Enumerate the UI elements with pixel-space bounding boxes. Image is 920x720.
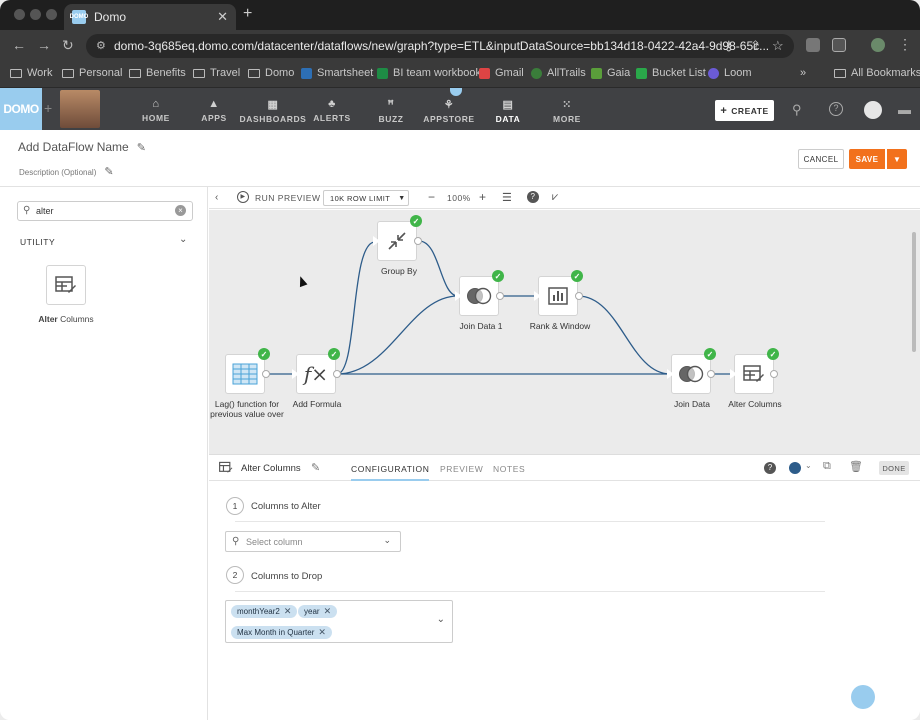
join-circles-icon: [467, 287, 492, 305]
success-check-icon: ✓: [258, 348, 270, 360]
output-port[interactable]: [707, 370, 715, 378]
divider: [235, 591, 825, 592]
select-column-dropdown[interactable]: ⚲ Select column ⌄: [225, 531, 401, 552]
browser-window: DOMO Domo ✕ + ← → ↻ ⚙ domo-3q685eq.domo.…: [0, 0, 920, 720]
success-check-icon: ✓: [704, 348, 716, 360]
input-port[interactable]: [292, 369, 299, 379]
join-circles-icon: [679, 365, 704, 383]
output-port[interactable]: [333, 370, 341, 378]
success-check-icon: ✓: [492, 270, 504, 282]
columns-to-drop-label: Columns to Drop: [251, 571, 323, 582]
edge-rank-to-join: [577, 295, 671, 375]
canvas-scrollbar[interactable]: [912, 232, 916, 352]
edit-title-icon[interactable]: ✎: [311, 461, 320, 474]
tab-configuration[interactable]: CONFIGURATION: [351, 464, 430, 481]
remove-chip-icon[interactable]: ✕: [324, 606, 332, 617]
rank-chart-icon: [548, 287, 568, 305]
config-tile-title[interactable]: Alter Columns: [241, 463, 301, 474]
step-number-1: 1: [226, 497, 244, 515]
columns-to-alter-label: Columns to Alter: [251, 501, 321, 512]
remove-chip-icon[interactable]: ✕: [284, 606, 292, 617]
output-port[interactable]: [496, 292, 504, 300]
chevron-down-icon: ⌄: [383, 535, 391, 545]
success-check-icon: ✓: [410, 215, 422, 227]
columns-to-drop-multiselect[interactable]: monthYear2 ✕ year ✕ Max Month in Quarter ✕ …: [225, 600, 453, 643]
tab-preview[interactable]: PREVIEW: [440, 464, 483, 474]
table-input-icon: [232, 363, 258, 385]
input-port[interactable]: [455, 291, 462, 301]
output-port[interactable]: [414, 237, 422, 245]
select-placeholder: Select column: [246, 536, 303, 547]
search-icon: ⚲: [232, 536, 240, 547]
chevron-down-icon[interactable]: ⌄: [437, 614, 445, 625]
success-check-icon: ✓: [571, 270, 583, 282]
color-picker-swatch[interactable]: [789, 462, 801, 474]
success-check-icon: ✓: [767, 348, 779, 360]
node-label-add-formula: Add Formula: [292, 399, 342, 409]
trash-icon[interactable]: 🗑: [849, 460, 863, 473]
tab-notes[interactable]: NOTES: [493, 464, 525, 474]
output-port[interactable]: [575, 292, 583, 300]
config-panel-header: Alter Columns ✎ CONFIGURATION PREVIEW NO…: [209, 455, 920, 481]
success-check-icon: ✓: [328, 348, 340, 360]
alter-columns-icon: [219, 461, 233, 473]
chevron-down-icon[interactable]: ⌄: [805, 461, 812, 470]
node-join-data-1[interactable]: [459, 276, 499, 316]
input-port[interactable]: [534, 291, 541, 301]
remove-chip-icon[interactable]: ✕: [318, 627, 326, 638]
group-by-arrows-icon: [388, 232, 406, 250]
input-port[interactable]: [730, 369, 737, 379]
node-rank-window[interactable]: [538, 276, 578, 316]
support-chat-icon[interactable]: [851, 685, 875, 709]
input-port[interactable]: [667, 369, 674, 379]
help-icon[interactable]: ?: [764, 462, 776, 474]
node-lag-function[interactable]: [225, 354, 265, 394]
alter-columns-icon: [743, 365, 764, 382]
chip-max-month-in-quarter: Max Month in Quarter ✕: [231, 626, 332, 639]
edge-formula-to-groupby: [336, 241, 376, 375]
node-label-alter-columns: Alter Columns: [728, 399, 782, 409]
tile-config-panel: Alter Columns ✎ CONFIGURATION PREVIEW NO…: [209, 454, 920, 720]
output-port[interactable]: [262, 370, 270, 378]
input-port[interactable]: [373, 236, 380, 246]
output-port[interactable]: [770, 370, 778, 378]
divider: [235, 521, 825, 522]
node-join-data[interactable]: [671, 354, 711, 394]
chip-monthyear2: monthYear2 ✕: [231, 605, 298, 618]
copy-icon[interactable]: ⧉: [823, 460, 831, 473]
node-alter-columns[interactable]: [734, 354, 774, 394]
node-label-group-by: Group By: [381, 266, 417, 276]
formula-fx-icon: f×: [303, 362, 329, 386]
done-button[interactable]: DONE: [879, 461, 909, 475]
chip-year: year ✕: [298, 605, 338, 618]
node-group-by[interactable]: [377, 221, 417, 261]
node-label-join-data-1: Join Data 1: [459, 321, 503, 331]
step-number-2: 2: [226, 566, 244, 584]
node-label-rank-window: Rank & Window: [529, 321, 591, 331]
node-add-formula[interactable]: f×: [296, 354, 336, 394]
